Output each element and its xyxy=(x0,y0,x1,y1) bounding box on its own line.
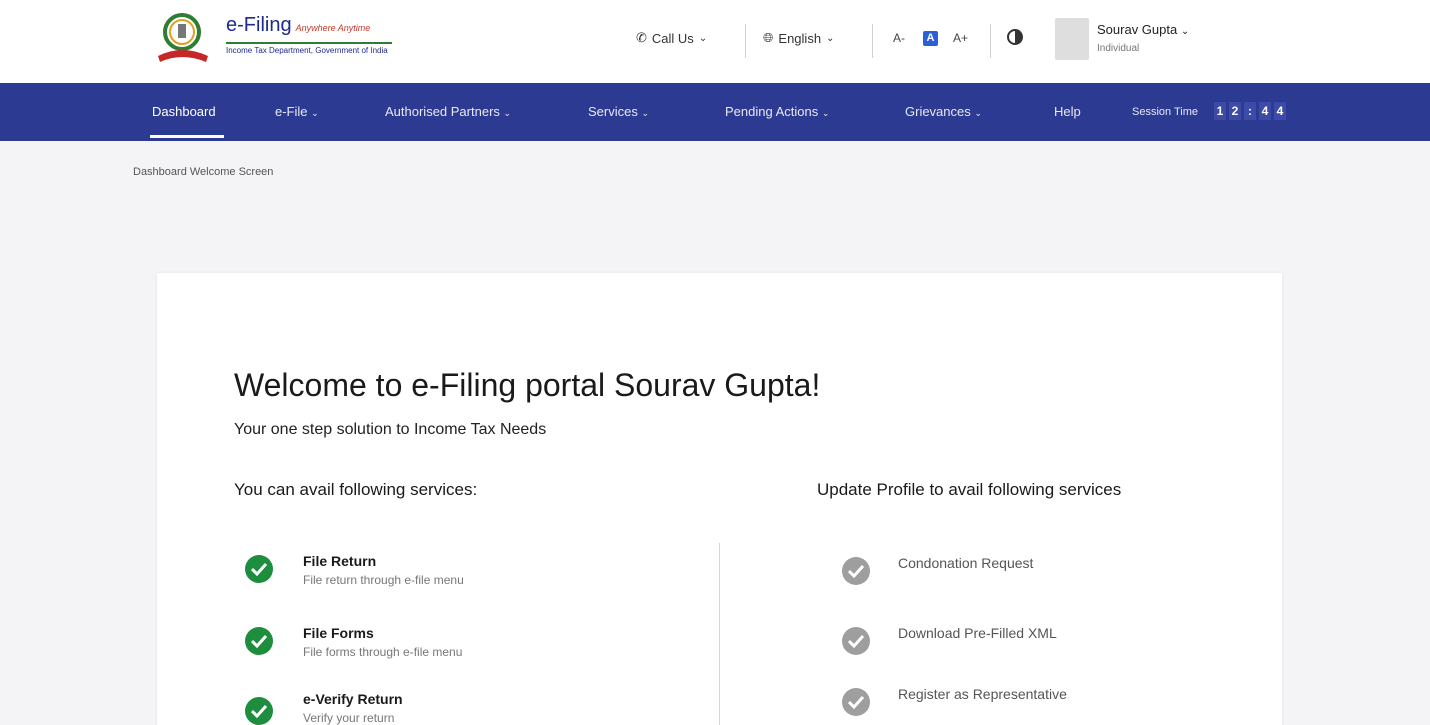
brand-name: e-Filing xyxy=(226,14,292,36)
service-title: e-Verify Return xyxy=(303,691,403,707)
nav-label: Authorised Partners xyxy=(385,104,500,119)
language-label: English xyxy=(778,30,822,46)
chevron-down-icon: ⌄ xyxy=(503,108,512,118)
emblem-icon xyxy=(158,13,208,62)
session-digit: 1 xyxy=(1214,102,1226,120)
nav-item-grievances[interactable]: Grievances ⌄ xyxy=(905,104,982,119)
service-register-as-representative[interactable]: Register as Representative xyxy=(842,686,1162,720)
user-menu[interactable]: Sourav Gupta ⌄ xyxy=(1097,22,1189,37)
welcome-card: Welcome to e-Filing portal Sourav Gupta!… xyxy=(157,273,1282,725)
check-circle-icon xyxy=(245,697,273,725)
check-circle-icon xyxy=(842,557,870,585)
breadcrumb: Dashboard Welcome Screen xyxy=(133,166,274,178)
nav-item-help[interactable]: Help xyxy=(1054,104,1081,119)
brand-divider xyxy=(226,42,392,44)
session-digit: 4 xyxy=(1274,102,1286,120)
header-divider xyxy=(872,24,873,58)
font-decrease-button[interactable]: A- xyxy=(893,31,905,45)
check-circle-icon xyxy=(842,627,870,655)
service-download-prefilled-xml[interactable]: Download Pre-Filled XML xyxy=(842,625,1162,659)
font-default-button[interactable]: A xyxy=(923,31,938,46)
avatar[interactable] xyxy=(1055,18,1089,60)
main-nav: Dashboard e-File ⌄ Authorised Partners ⌄… xyxy=(0,83,1430,141)
efiling-logo[interactable]: e-Filing Anywhere Anytime Income Tax Depa… xyxy=(150,8,410,68)
phone-icon: ✆ xyxy=(636,30,647,45)
service-description: Verify your return xyxy=(303,711,395,725)
check-circle-icon xyxy=(245,555,273,583)
session-timer: 1 2 : 4 4 xyxy=(1214,102,1286,120)
session-digit: 4 xyxy=(1259,102,1271,120)
contrast-toggle-icon[interactable] xyxy=(1007,29,1023,45)
chevron-down-icon: ⌄ xyxy=(826,32,835,44)
service-description: File return through e-file menu xyxy=(303,573,464,587)
page-subtitle: Your one step solution to Income Tax Nee… xyxy=(234,421,547,438)
session-digit: 2 xyxy=(1229,102,1241,120)
service-title: Register as Representative xyxy=(898,686,1067,702)
nav-label: Pending Actions xyxy=(725,104,819,119)
chevron-down-icon: ⌄ xyxy=(641,108,650,118)
session-time-label: Session Time xyxy=(1132,106,1199,118)
check-circle-icon xyxy=(842,688,870,716)
brand-tagline: Anywhere Anytime xyxy=(295,23,371,33)
update-profile-heading: Update Profile to avail following servic… xyxy=(817,480,1122,499)
nav-label: e-File xyxy=(275,104,308,119)
service-condonation-request[interactable]: Condonation Request xyxy=(842,555,1162,589)
column-divider xyxy=(719,543,720,725)
call-us-label: Call Us xyxy=(651,30,694,46)
available-services-heading: You can avail following services: xyxy=(234,480,478,499)
chevron-down-icon: ⌄ xyxy=(821,108,830,118)
service-title: Download Pre-Filled XML xyxy=(898,625,1057,641)
service-everify-return[interactable]: e-Verify Return Verify your return xyxy=(245,691,565,725)
nav-item-pending-actions[interactable]: Pending Actions ⌄ xyxy=(725,104,829,119)
active-nav-indicator xyxy=(150,135,224,138)
nav-item-services[interactable]: Services ⌄ xyxy=(588,104,649,119)
nav-item-efile[interactable]: e-File ⌄ xyxy=(275,104,319,119)
service-description: File forms through e-file menu xyxy=(303,645,463,659)
globe-icon: 🌐︎ xyxy=(763,30,774,45)
chevron-down-icon: ⌄ xyxy=(1180,26,1190,37)
brand-title: e-Filing Anywhere Anytime xyxy=(226,14,370,37)
nav-item-dashboard[interactable]: Dashboard xyxy=(152,104,216,119)
service-title: File Return xyxy=(303,553,377,569)
font-increase-button[interactable]: A+ xyxy=(953,31,968,45)
nav-label: Services xyxy=(588,104,638,119)
chevron-down-icon: ⌄ xyxy=(974,108,982,118)
nav-label: Grievances xyxy=(905,104,971,119)
page-title: Welcome to e-Filing portal Sourav Gupta! xyxy=(234,367,821,403)
top-header: e-Filing Anywhere Anytime Income Tax Depa… xyxy=(0,0,1430,83)
brand-subtitle: Income Tax Department, Government of Ind… xyxy=(226,46,388,55)
service-title: Condonation Request xyxy=(898,555,1034,571)
service-file-forms[interactable]: File Forms File forms through e-file men… xyxy=(245,625,565,667)
chevron-down-icon: ⌄ xyxy=(698,32,708,44)
call-us-menu[interactable]: ✆ Call Us ⌄ xyxy=(636,30,707,46)
check-circle-icon xyxy=(245,627,273,655)
header-divider xyxy=(990,24,991,58)
user-name: Sourav Gupta xyxy=(1097,22,1178,37)
service-title: File Forms xyxy=(303,625,374,641)
chevron-down-icon: ⌄ xyxy=(311,108,319,118)
user-role: Individual xyxy=(1097,43,1140,54)
session-separator: : xyxy=(1244,102,1256,120)
nav-item-authorised-partners[interactable]: Authorised Partners ⌄ xyxy=(385,104,511,119)
language-selector[interactable]: 🌐︎ English ⌄ xyxy=(763,30,834,46)
service-file-return[interactable]: File Return File return through e-file m… xyxy=(245,553,565,595)
header-divider xyxy=(745,24,746,58)
